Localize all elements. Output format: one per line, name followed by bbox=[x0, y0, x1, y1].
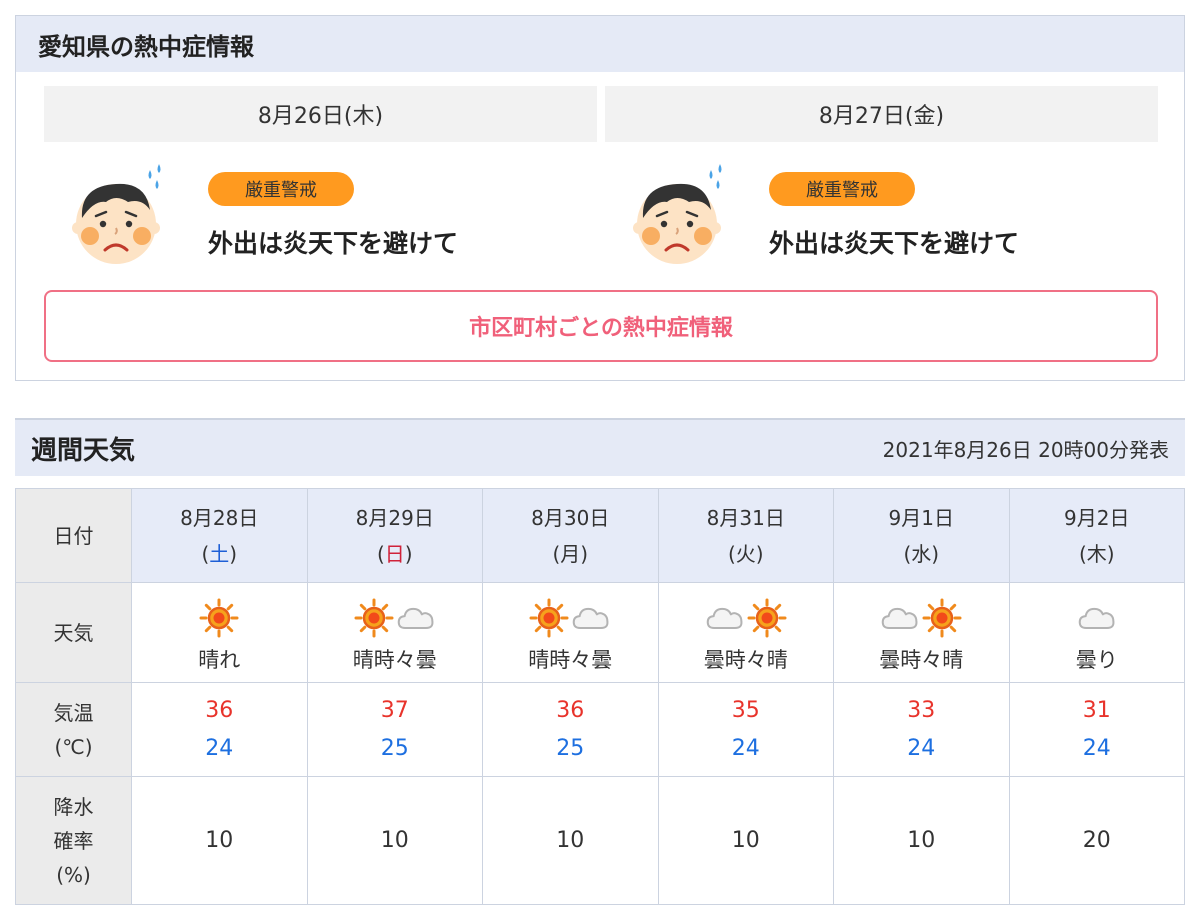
date-cell: 8月28日 (土) bbox=[131, 488, 308, 583]
date-text: 8月31日 bbox=[706, 505, 785, 530]
precipitation-cell: 10 bbox=[482, 776, 659, 905]
precipitation-cell: 10 bbox=[833, 776, 1010, 905]
precipitation-cell: 10 bbox=[657, 776, 834, 905]
temperature-cell: 36 24 bbox=[131, 682, 308, 777]
weather-cell: 曇時々晴 bbox=[657, 582, 834, 683]
precipitation-row: 降水 確率 (%) 10 10 10 10 10 20 bbox=[15, 776, 1185, 905]
temperature-cell: 35 24 bbox=[657, 682, 834, 777]
weekly-weather-title: 週間天気 bbox=[31, 435, 136, 466]
temperature-cell: 36 25 bbox=[482, 682, 659, 777]
weather-icons bbox=[834, 598, 1009, 638]
weekly-weather-table: 日付 8月28日 (土) 8月29日 (日) 8月30日 (月) 8月31日 (… bbox=[15, 488, 1185, 905]
sweating-face-icon bbox=[72, 162, 172, 272]
weather-cell: 晴時々曇 bbox=[306, 582, 483, 683]
weather-icons bbox=[308, 598, 483, 638]
weather-cell: 曇時々晴 bbox=[833, 582, 1010, 683]
date-text: 8月29日 bbox=[355, 505, 434, 530]
alert-level-badge: 厳重警戒 bbox=[769, 172, 915, 206]
date-cell: 9月1日 (水) bbox=[833, 488, 1010, 583]
date-cell: 8月30日 (月) bbox=[482, 488, 659, 583]
weather-label: 曇時々晴 bbox=[703, 647, 788, 672]
weather-cell: 曇り bbox=[1008, 582, 1185, 683]
high-temp: 33 bbox=[907, 697, 936, 723]
high-temp: 35 bbox=[731, 697, 760, 723]
heatstroke-day-date: 8月27日(金) bbox=[605, 86, 1158, 142]
low-temp: 25 bbox=[380, 735, 409, 761]
weather-row: 天気 晴れ 晴時々曇 晴時々曇 曇時々晴 曇時々晴 曇り bbox=[15, 582, 1185, 683]
weather-icons bbox=[659, 598, 834, 638]
date-cell: 8月31日 (火) bbox=[657, 488, 834, 583]
weather-label: 晴時々曇 bbox=[528, 647, 613, 672]
sweating-face-icon bbox=[633, 162, 733, 272]
cloud-icon bbox=[705, 603, 745, 633]
sun-icon bbox=[354, 598, 394, 638]
weather-label: 曇り bbox=[1075, 647, 1118, 672]
row-label-date: 日付 bbox=[15, 488, 132, 583]
cloud-icon bbox=[1077, 603, 1117, 633]
heatstroke-title: 愛知県の熱中症情報 bbox=[38, 32, 254, 61]
row-label-precipitation: 降水 確率 (%) bbox=[15, 776, 132, 905]
precipitation-cell: 20 bbox=[1008, 776, 1185, 905]
temperature-row: 気温 (℃) 36 24 37 25 36 25 35 24 33 24 31 … bbox=[15, 682, 1185, 777]
heatstroke-panel: 愛知県の熱中症情報 8月26日(木) 厳重警戒 外出は炎天下を避けて 8月27日… bbox=[15, 15, 1185, 381]
date-cell: 9月2日 (木) bbox=[1008, 488, 1185, 583]
heatstroke-advice: 外出は炎天下を避けて bbox=[769, 229, 1020, 258]
day-of-week: (月) bbox=[552, 541, 589, 566]
date-text: 8月30日 bbox=[531, 505, 610, 530]
date-text: 8月28日 bbox=[180, 505, 259, 530]
weather-cell: 晴時々曇 bbox=[482, 582, 659, 683]
cloud-icon bbox=[396, 603, 436, 633]
weather-label: 晴時々曇 bbox=[352, 647, 437, 672]
weather-label: 曇時々晴 bbox=[879, 647, 964, 672]
temperature-cell: 33 24 bbox=[833, 682, 1010, 777]
heatstroke-day: 8月27日(金) 厳重警戒 外出は炎天下を避けて bbox=[605, 86, 1158, 272]
weather-icons bbox=[132, 598, 307, 638]
date-text: 9月2日 bbox=[1064, 505, 1130, 530]
high-temp: 36 bbox=[556, 697, 585, 723]
day-of-week: (水) bbox=[903, 541, 940, 566]
cloud-icon bbox=[880, 603, 920, 633]
weather-label: 晴れ bbox=[198, 647, 241, 672]
low-temp: 24 bbox=[1082, 735, 1111, 761]
published-time: 2021年8月26日 20時00分発表 bbox=[882, 437, 1169, 462]
temperature-cell: 31 24 bbox=[1008, 682, 1185, 777]
weekly-weather-header: 週間天気 2021年8月26日 20時00分発表 bbox=[15, 418, 1185, 476]
day-of-week: (木) bbox=[1078, 541, 1115, 566]
low-temp: 24 bbox=[731, 735, 760, 761]
heatstroke-advice: 外出は炎天下を避けて bbox=[208, 229, 459, 258]
heatstroke-day-date: 8月26日(木) bbox=[44, 86, 597, 142]
day-of-week: (土) bbox=[201, 541, 238, 566]
low-temp: 24 bbox=[205, 735, 234, 761]
precipitation-cell: 10 bbox=[131, 776, 308, 905]
high-temp: 36 bbox=[205, 697, 234, 723]
low-temp: 25 bbox=[556, 735, 585, 761]
heatstroke-days: 8月26日(木) 厳重警戒 外出は炎天下を避けて 8月27日(金) 厳重警戒 外… bbox=[44, 86, 1158, 272]
date-row: 日付 8月28日 (土) 8月29日 (日) 8月30日 (月) 8月31日 (… bbox=[15, 488, 1185, 583]
cloud-icon bbox=[571, 603, 611, 633]
temperature-cell: 37 25 bbox=[306, 682, 483, 777]
sun-icon bbox=[529, 598, 569, 638]
weather-icons bbox=[1010, 598, 1185, 638]
row-label-temperature: 気温 (℃) bbox=[15, 682, 132, 777]
low-temp: 24 bbox=[907, 735, 936, 761]
heatstroke-day-body: 厳重警戒 外出は炎天下を避けて bbox=[605, 142, 1158, 272]
sun-icon bbox=[199, 598, 239, 638]
date-text: 9月1日 bbox=[888, 505, 954, 530]
city-heatstroke-link[interactable]: 市区町村ごとの熱中症情報 bbox=[44, 290, 1158, 362]
sun-icon bbox=[922, 598, 962, 638]
high-temp: 31 bbox=[1082, 697, 1111, 723]
precipitation-cell: 10 bbox=[306, 776, 483, 905]
day-of-week: (火) bbox=[727, 541, 764, 566]
weather-icons bbox=[483, 598, 658, 638]
heatstroke-day: 8月26日(木) 厳重警戒 外出は炎天下を避けて bbox=[44, 86, 597, 272]
alert-level-badge: 厳重警戒 bbox=[208, 172, 354, 206]
high-temp: 37 bbox=[380, 697, 409, 723]
sun-icon bbox=[747, 598, 787, 638]
day-of-week: (日) bbox=[376, 541, 413, 566]
row-label-weather: 天気 bbox=[15, 582, 132, 683]
weather-cell: 晴れ bbox=[131, 582, 308, 683]
heatstroke-header: 愛知県の熱中症情報 bbox=[16, 16, 1184, 72]
date-cell: 8月29日 (日) bbox=[306, 488, 483, 583]
heatstroke-day-body: 厳重警戒 外出は炎天下を避けて bbox=[44, 142, 597, 272]
